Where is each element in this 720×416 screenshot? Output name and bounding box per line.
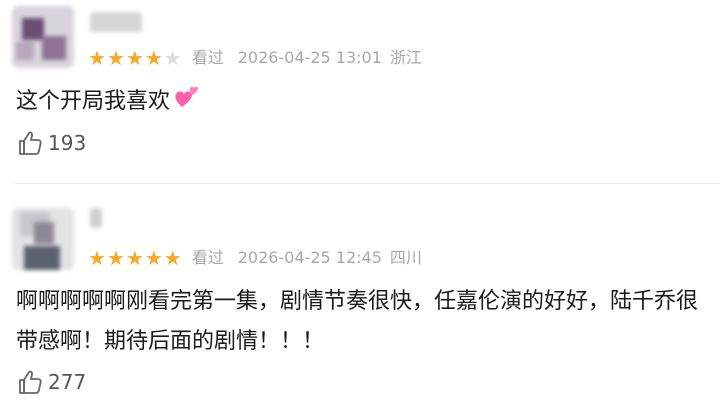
comment-date: 2026-04-25 13:01 — [237, 48, 382, 67]
comment-location: 四川 — [389, 248, 422, 267]
star-icon: ★ — [144, 246, 163, 270]
star-icon: ★ — [163, 46, 182, 70]
like-count: 193 — [48, 131, 87, 155]
like-button[interactable]: 277 — [16, 367, 86, 397]
star-icon: ★ — [106, 246, 125, 270]
thumbs-up-icon — [19, 131, 42, 155]
comment-item-2: ★ ★ ★ ★ ★ 看过 2026-04-25 12:45 四川 啊啊啊啊啊刚看… — [0, 184, 720, 416]
avatar[interactable] — [12, 6, 74, 68]
star-icon: ★ — [88, 246, 106, 270]
comment-item-1: ★ ★ ★ ★ ★ 看过 2026-04-25 13:01 浙江 这个开局我喜欢… — [0, 0, 720, 183]
thumbs-up-icon — [19, 370, 42, 394]
comment-text-content: 这个开局我喜欢 — [16, 89, 171, 114]
heart-icon — [172, 82, 202, 126]
comment-text: 这个开局我喜欢 — [16, 82, 202, 126]
watched-status: 看过 — [191, 248, 224, 267]
star-icon: ★ — [88, 46, 106, 70]
watched-status: 看过 — [191, 48, 224, 67]
star-icon: ★ — [106, 46, 125, 70]
star-rating: ★ ★ ★ ★ ★ — [88, 47, 182, 69]
like-count: 277 — [48, 370, 87, 394]
username[interactable] — [90, 12, 142, 32]
like-button[interactable]: 193 — [16, 128, 86, 158]
comment-location: 浙江 — [389, 48, 422, 67]
username[interactable] — [90, 208, 102, 228]
comment-meta: ★ ★ ★ ★ ★ 看过 2026-04-25 13:01 浙江 — [88, 47, 422, 69]
comment-meta: ★ ★ ★ ★ ★ 看过 2026-04-25 12:45 四川 — [88, 247, 422, 269]
star-icon: ★ — [125, 46, 144, 70]
comment-date: 2026-04-25 12:45 — [237, 248, 382, 267]
star-icon: ★ — [144, 46, 163, 70]
star-rating: ★ ★ ★ ★ ★ — [88, 247, 182, 269]
star-icon: ★ — [125, 246, 144, 270]
avatar[interactable] — [12, 208, 74, 270]
comment-text: 啊啊啊啊啊刚看完第一集，剧情节奏很快，任嘉伦演的好好，陆千乔很带感啊！期待后面的… — [16, 289, 699, 354]
star-icon: ★ — [163, 246, 182, 270]
